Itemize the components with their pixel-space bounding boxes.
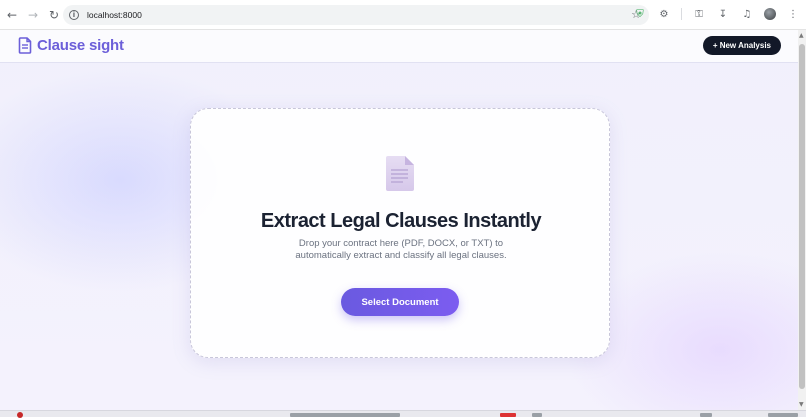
back-arrow-icon[interactable]: ← bbox=[3, 6, 21, 24]
puzzle-extension-icon[interactable]: ⚙ bbox=[657, 7, 671, 21]
forward-arrow-icon[interactable]: → bbox=[24, 6, 42, 24]
shield-extension-icon[interactable]: ⛨ bbox=[633, 7, 647, 21]
app-header: Clause sight + New Analysis bbox=[0, 30, 798, 63]
download-icon[interactable]: ↧ bbox=[716, 7, 730, 21]
scroll-up-icon[interactable]: ▲ bbox=[799, 32, 804, 39]
hero-subtitle: Drop your contract here (PDF, DOCX, or T… bbox=[295, 238, 507, 261]
document-icon bbox=[18, 37, 32, 54]
select-document-button[interactable]: Select Document bbox=[341, 288, 459, 316]
os-taskbar bbox=[0, 410, 806, 418]
taskbar-app-icon[interactable] bbox=[17, 412, 23, 418]
media-control-icon[interactable]: ♫ bbox=[740, 7, 754, 21]
password-key-icon[interactable]: ⚿ bbox=[692, 7, 706, 21]
hero-title: Extract Legal Clauses Instantly bbox=[260, 210, 542, 232]
taskbar-item[interactable] bbox=[500, 413, 516, 417]
scroll-down-icon[interactable]: ▼ bbox=[799, 401, 804, 408]
upload-dropzone[interactable]: Extract Legal Clauses Instantly Drop you… bbox=[190, 108, 610, 358]
address-bar[interactable]: i localhost:8000 ☆ bbox=[63, 5, 649, 25]
file-document-icon bbox=[386, 156, 414, 191]
brand[interactable]: Clause sight bbox=[18, 37, 124, 54]
site-info-icon[interactable]: i bbox=[69, 10, 79, 20]
profile-avatar-icon[interactable] bbox=[764, 8, 776, 20]
page-scrollbar[interactable]: ▲ ▼ bbox=[798, 30, 806, 410]
reload-icon[interactable]: ↻ bbox=[45, 6, 63, 24]
browser-toolbar: ← → ↻ i localhost:8000 ☆ ⛨ ⚙ ⚿ ↧ ♫ ⋮ bbox=[0, 0, 806, 30]
taskbar-item[interactable] bbox=[532, 413, 542, 417]
taskbar-item[interactable] bbox=[290, 413, 400, 417]
brand-name: Clause sight bbox=[37, 37, 124, 54]
kebab-menu-icon[interactable]: ⋮ bbox=[786, 7, 800, 21]
taskbar-clock[interactable] bbox=[768, 413, 798, 417]
app-page: Clause sight + New Analysis Extract Lega… bbox=[0, 30, 798, 410]
taskbar-tray[interactable] bbox=[700, 413, 712, 417]
new-analysis-button[interactable]: + New Analysis bbox=[702, 36, 781, 55]
extension-icons: ⛨ ⚙ ⚿ ↧ ♫ ⋮ bbox=[633, 7, 800, 21]
toolbar-divider bbox=[681, 8, 682, 20]
url-text[interactable]: localhost:8000 bbox=[87, 10, 142, 20]
scrollbar-thumb[interactable] bbox=[799, 44, 805, 389]
